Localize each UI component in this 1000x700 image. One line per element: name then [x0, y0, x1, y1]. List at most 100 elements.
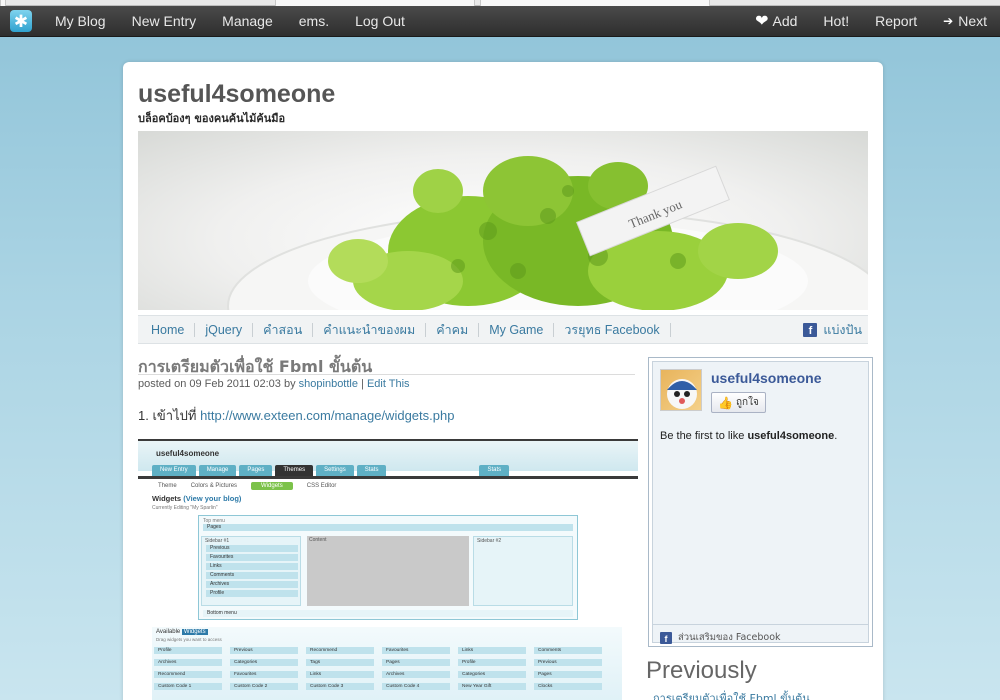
shot-subnav-item: Theme	[158, 483, 177, 489]
shot-pages-bar: Pages	[203, 524, 573, 531]
shot-grid-cell: Custom Code 1	[154, 683, 222, 690]
nav-quotes[interactable]: คำคม	[426, 322, 480, 337]
shot-grid-cell: Pages	[534, 671, 602, 678]
shot-tab: Stats	[479, 465, 510, 476]
first-like-suffix: .	[834, 430, 838, 442]
shot-tab: Themes	[275, 465, 314, 476]
like-button[interactable]: 👍 ถูกใจ	[711, 392, 766, 413]
facebook-like-box: useful4someone 👍 ถูกใจ Be the first to l…	[648, 357, 873, 647]
fern-bowl-illustration: Thank you	[227, 156, 868, 310]
social-plugin-label: ส่วนเสริมของ Facebook	[678, 632, 781, 643]
toolbar-new-entry[interactable]: New Entry	[119, 13, 210, 29]
shot-grid-cell: Favourites	[382, 647, 450, 654]
nav-teachings[interactable]: คำสอน	[253, 322, 314, 337]
page-avatar[interactable]	[660, 369, 702, 411]
toolbar-next-label: Next	[958, 13, 987, 29]
shot-tab: Stats	[356, 465, 387, 476]
shot-layout-frame: Top menu Pages Sidebar #1 Previous Favou…	[198, 515, 578, 620]
shot-sidebar-1: Sidebar #1 Previous Favourites Links Com…	[201, 536, 301, 606]
nav-my-game[interactable]: My Game	[479, 322, 555, 337]
shot-widget-item: Comments	[206, 572, 298, 579]
shot-grid-cell: New Year Gift	[458, 683, 526, 690]
shot-tabs: New Entry Manage Pages Themes Settings S…	[152, 465, 510, 476]
shot-bottom-menu: Bottom menu	[203, 610, 573, 617]
nav-home[interactable]: Home	[138, 322, 196, 337]
shot-subnav: Theme Colors & Pictures Widgets CSS Edit…	[158, 482, 336, 490]
post-title[interactable]: การเตรียมตัวเพื่อใช้ Fbml ขั้นต้น	[138, 355, 372, 380]
shot-widget-item: Previous	[206, 545, 298, 552]
post-date: posted on 09 Feb 2011 02:03 by	[138, 378, 296, 390]
shot-available-widgets: Available Widgets Drag widgets you want …	[152, 627, 622, 700]
first-like-prefix: Be the first to like	[660, 430, 745, 442]
first-like-name[interactable]: useful4someone	[747, 430, 834, 442]
shot-grid-cell: Custom Code 3	[306, 683, 374, 690]
toolbar-add-label: Add	[772, 13, 798, 29]
embedded-widgets-screenshot: useful4someone New Entry Manage Pages Th…	[138, 439, 638, 700]
toolbar-manage[interactable]: Manage	[209, 13, 286, 29]
page-name-link[interactable]: useful4someone	[711, 370, 821, 386]
shot-grid-cell: Favourites	[230, 671, 298, 678]
previous-post-link[interactable]: การเตรียมตัวเพื่อใช้ Fbml ขั้นต้น	[653, 689, 810, 700]
toolbar-right-group: ❤ Add Hot! Report ➔ Next	[742, 11, 1000, 31]
shot-grid-cell: Categories	[230, 659, 298, 666]
shot-subnav-item: Colors & Pictures	[190, 483, 238, 489]
blog-nav-bar: Home jQuery คำสอน คำแนะนำของผม คำคม My G…	[138, 315, 868, 344]
facebook-share-button[interactable]: f แบ่งปัน	[803, 320, 868, 340]
shot-blog-title: useful4someone	[156, 449, 220, 458]
shot-widget-item: Favourites	[206, 554, 298, 561]
shot-grid-cell: Custom Code 2	[230, 683, 298, 690]
toolbar-log-out[interactable]: Log Out	[342, 13, 418, 29]
shot-editing-note: Currently Editing "My Sparlin"	[152, 505, 218, 511]
shot-grid-cell: Archives	[382, 671, 450, 678]
blog-page: useful4someone บล็อคบ้องๆ ของคนค้นไม้ค้น…	[123, 62, 883, 700]
shot-grid-cell: Pages	[382, 659, 450, 666]
share-label: แบ่งปัน	[823, 322, 862, 337]
exteen-logo-icon[interactable]: ✱	[10, 10, 32, 32]
arrow-right-icon: ➔	[943, 14, 954, 28]
facebook-icon: f	[660, 631, 672, 644]
first-to-like-text: Be the first to like useful4someone.	[660, 430, 837, 442]
post-step-1: 1. เข้าไปที่ http://www.exteen.com/manag…	[138, 405, 454, 426]
post-author-link[interactable]: shopinbottle	[299, 378, 358, 390]
shot-widget-item: Links	[206, 563, 298, 570]
like-label: ถูกใจ	[735, 397, 759, 408]
toolbar-report[interactable]: Report	[862, 13, 930, 29]
shot-widgets-word: Widgets	[152, 494, 182, 503]
avatar-icon	[667, 379, 697, 409]
shot-available-heading: Available Widgets	[156, 629, 208, 635]
facebook-social-plugin-link[interactable]: f ส่วนเสริมของ Facebook	[660, 630, 781, 645]
shot-grid-cell: Custom Code 4	[382, 683, 450, 690]
shot-sidebar-2: Sidebar #2	[473, 536, 573, 606]
shot-grid-cell: Profile	[154, 647, 222, 654]
nav-facebook-skills[interactable]: วรยุทธ Facebook	[554, 322, 671, 337]
toolbar-hot[interactable]: Hot!	[810, 13, 862, 29]
shot-tab: Settings	[316, 465, 354, 476]
nav-jquery[interactable]: jQuery	[195, 322, 254, 337]
nav-my-advice[interactable]: คำแนะนำของผม	[313, 322, 427, 337]
toolbar-ems[interactable]: ems.	[286, 13, 342, 29]
meta-separator: |	[361, 378, 364, 390]
shot-tab: Manage	[198, 465, 237, 476]
post-title-divider	[138, 374, 635, 375]
shot-grid-cell: Previous	[534, 659, 602, 666]
toolbar-next-button[interactable]: ➔ Next	[930, 13, 1000, 29]
shot-grid-cell: Profile	[458, 659, 526, 666]
post-meta: posted on 09 Feb 2011 02:03 by shopinbot…	[138, 378, 410, 390]
shot-grid-cell: Recommend	[154, 671, 222, 678]
widgets-url-link[interactable]: http://www.exteen.com/manage/widgets.php	[200, 408, 454, 423]
shot-widget-item: Profile	[206, 590, 298, 597]
blog-title[interactable]: useful4someone	[138, 80, 335, 109]
header-banner-image: Thank you	[138, 131, 868, 310]
shot-widgets-heading: Widgets (View your blog)	[152, 494, 241, 503]
shot-grid-cell: Previous	[230, 647, 298, 654]
shot-grid-cell: Clocks	[534, 683, 602, 690]
toolbar-my-blog[interactable]: My Blog	[42, 13, 119, 29]
toolbar-add-button[interactable]: ❤ Add	[742, 11, 810, 31]
shot-content-area: Content	[307, 536, 469, 606]
thumbs-up-icon: 👍	[718, 395, 733, 410]
shot-grid-cell: Tags	[306, 659, 374, 666]
shot-divider	[138, 476, 638, 479]
shot-view-blog: (View your blog)	[183, 494, 242, 503]
edit-this-link[interactable]: Edit This	[367, 378, 410, 390]
shot-sidebar-2-label: Sidebar #2	[477, 538, 502, 544]
